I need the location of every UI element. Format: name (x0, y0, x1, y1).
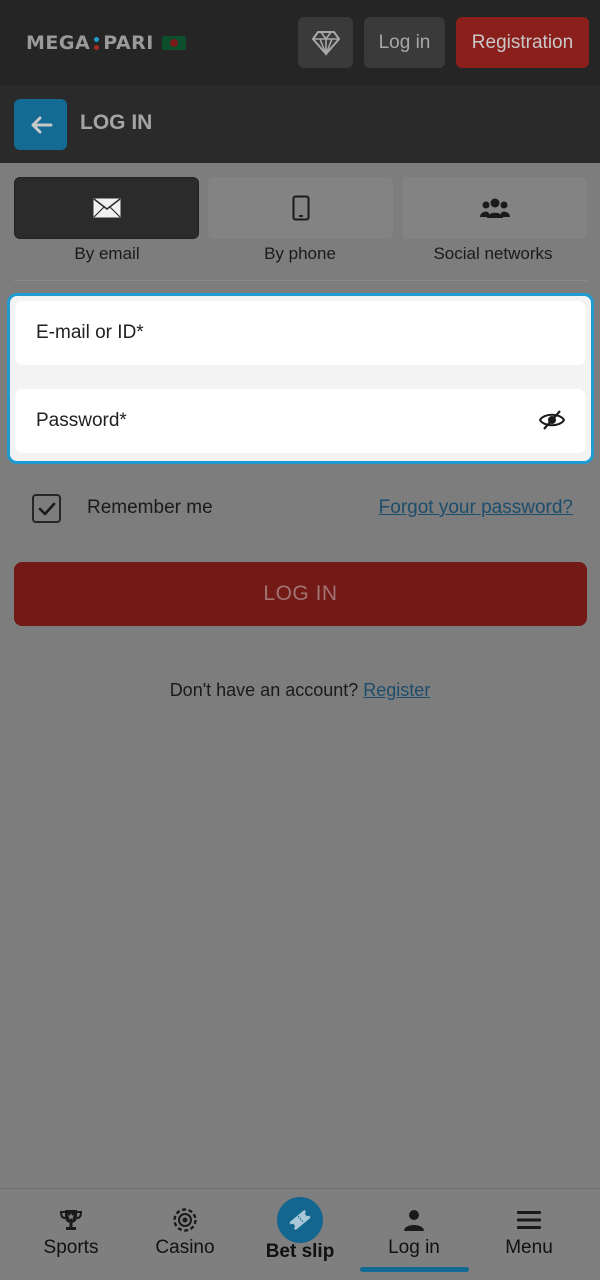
header-login-button[interactable]: Log in (364, 17, 445, 68)
tab-label-social: Social networks (433, 244, 553, 263)
logo-text-right: PARI (103, 32, 154, 54)
casino-chip-icon (173, 1208, 197, 1232)
logo-text-left: MEGA (26, 32, 91, 54)
tab-by-phone[interactable] (208, 177, 393, 239)
ticket-icon (289, 1210, 311, 1230)
login-submit-button[interactable]: LOG IN (14, 562, 587, 626)
trophy-icon (59, 1210, 83, 1230)
nav-label-sports: Sports (43, 1237, 99, 1258)
megapari-logo[interactable]: MEGA PARI (26, 30, 186, 56)
checkmark-icon (38, 502, 55, 515)
top-header: MEGA PARI Log in Registration (0, 0, 600, 85)
page-titlebar: LOG IN (0, 85, 600, 163)
diamond-icon (311, 30, 340, 56)
nav-label-casino: Casino (155, 1237, 215, 1258)
login-form: E-mail or ID* Password* (7, 293, 594, 464)
password-field[interactable]: Password* (15, 389, 586, 453)
email-or-id-field[interactable]: E-mail or ID* (15, 301, 586, 365)
nav-label-menu: Menu (505, 1237, 553, 1258)
forgot-password-link[interactable]: Forgot your password? (379, 497, 573, 519)
nav-item-menu[interactable]: Menu (479, 1189, 579, 1280)
tab-social-networks[interactable] (402, 177, 587, 239)
nav-label-bet-slip: Bet slip (265, 1241, 335, 1262)
tab-by-email[interactable] (14, 177, 199, 239)
user-icon (404, 1210, 424, 1231)
vip-diamond-button[interactable] (298, 17, 353, 68)
tab-label-phone: By phone (264, 244, 336, 263)
remember-me-label: Remember me (87, 497, 213, 518)
nav-label-login: Log in (388, 1237, 440, 1258)
bangladesh-flag-icon (161, 36, 186, 50)
remember-me-checkbox[interactable] (32, 494, 61, 523)
users-icon (479, 198, 510, 218)
logo-dots (94, 36, 100, 50)
hamburger-icon (517, 1211, 541, 1229)
eye-slash-icon[interactable] (538, 409, 566, 437)
active-tab-indicator (360, 1267, 469, 1272)
envelope-icon (93, 198, 120, 218)
signup-prompt-text: Don't have an account? (169, 680, 359, 700)
tabs-divider (14, 280, 587, 281)
signup-prompt: Don't have an account? Register (0, 680, 600, 701)
tab-label-email: By email (74, 244, 140, 263)
nav-item-casino[interactable]: Casino (135, 1189, 235, 1280)
page-title: LOG IN (80, 111, 153, 134)
header-registration-button[interactable]: Registration (456, 17, 589, 68)
nav-item-bet-slip[interactable] (277, 1197, 323, 1243)
phone-icon (292, 195, 309, 221)
password-placeholder: Password* (36, 410, 127, 431)
nav-item-sports[interactable]: Sports (21, 1189, 121, 1280)
email-placeholder: E-mail or ID* (36, 322, 144, 343)
arrow-left-icon (31, 116, 52, 133)
back-button[interactable] (14, 99, 67, 150)
register-link[interactable]: Register (363, 680, 430, 700)
